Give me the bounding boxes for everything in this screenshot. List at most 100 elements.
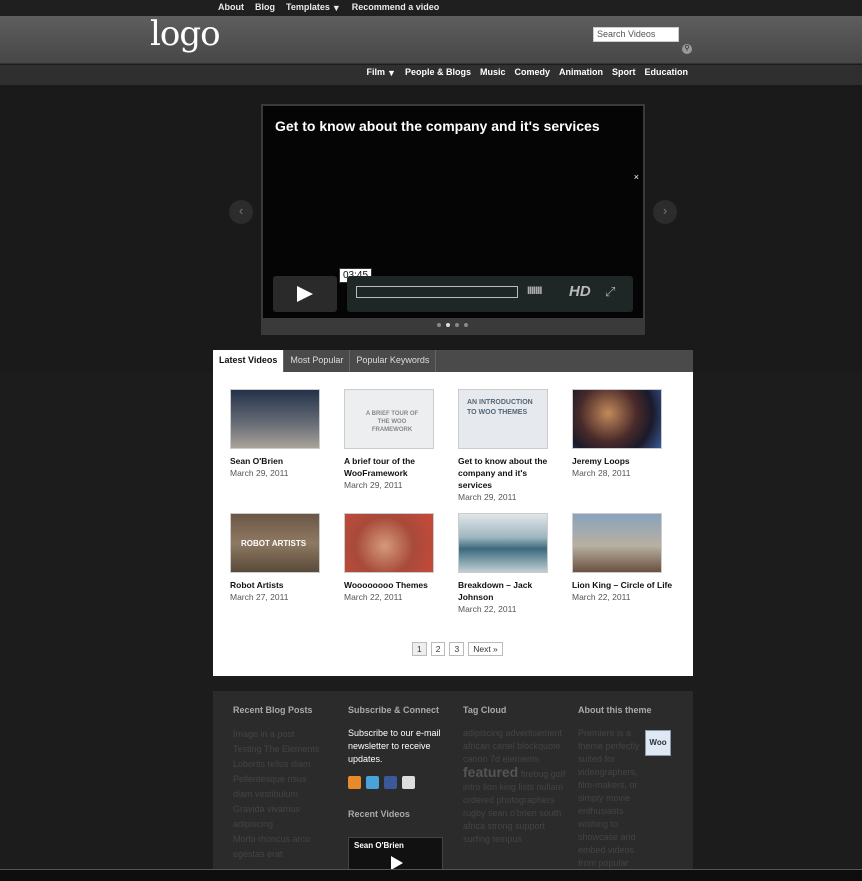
- blog-post-link[interactable]: Image in a post: [233, 727, 343, 742]
- timeline-scrubber[interactable]: [356, 286, 518, 298]
- video-item[interactable]: AN INTRODUCTION TO WOO THEMES Get to kno…: [458, 389, 562, 503]
- video-item[interactable]: ROBOT ARTISTS Robot Artists March 27, 20…: [230, 513, 334, 603]
- video-title[interactable]: Woooooooo Themes: [344, 579, 448, 591]
- video-title[interactable]: Sean O'Brien: [230, 455, 334, 467]
- control-bar: IIIIIII HD ⤢: [347, 276, 633, 312]
- video-item[interactable]: Woooooooo Themes March 22, 2011: [344, 513, 448, 603]
- page-2[interactable]: 2: [430, 642, 446, 656]
- topnav-templates[interactable]: Templates ▼: [286, 2, 341, 13]
- video-title[interactable]: Robot Artists: [230, 579, 334, 591]
- subscribe-text: Subscribe to our e-mail newsletter to re…: [348, 728, 441, 764]
- video-item[interactable]: Sean O'Brien March 29, 2011: [230, 389, 334, 479]
- category-film[interactable]: Film ▼: [367, 67, 396, 78]
- tab-popular-keywords[interactable]: Popular Keywords: [350, 350, 437, 372]
- player-controls: IIIIIII HD ⤢: [273, 276, 633, 312]
- page-1[interactable]: 1: [412, 642, 427, 656]
- about-theme: About this theme Premiere is a theme per…: [578, 705, 652, 881]
- close-icon[interactable]: ×: [634, 172, 639, 182]
- search-input[interactable]: Search Videos: [593, 27, 679, 42]
- blog-post-link[interactable]: Testing The Elements: [233, 742, 343, 757]
- fullscreen-icon[interactable]: ⤢: [605, 284, 615, 300]
- video-thumbnail[interactable]: ROBOT ARTISTS: [230, 513, 320, 573]
- flickr-icon[interactable]: [402, 776, 415, 789]
- thumbnail-caption: ROBOT ARTISTS: [241, 539, 307, 548]
- tag-list[interactable]: adipiscing advertisement african cartel …: [463, 727, 573, 846]
- video-item[interactable]: Lion King – Circle of Life March 22, 201…: [572, 513, 676, 603]
- topnav-about[interactable]: About: [218, 2, 244, 13]
- tag-cloud: Tag Cloud adipiscing advertisement afric…: [463, 705, 573, 846]
- tab-latest-videos[interactable]: Latest Videos: [213, 350, 285, 372]
- video-item[interactable]: Jeremy Loops March 28, 2011: [572, 389, 676, 479]
- video-grid: Sean O'Brien March 29, 2011 A BRIEF TOUR…: [213, 372, 693, 676]
- video-date: March 27, 2011: [230, 592, 289, 602]
- slider-dot[interactable]: [437, 323, 441, 327]
- hd-toggle[interactable]: HD: [569, 283, 591, 300]
- video-thumbnail[interactable]: A BRIEF TOUR OF THE WOO FRAMEWORK: [344, 389, 434, 449]
- next-page[interactable]: Next »: [468, 642, 503, 656]
- topnav-blog[interactable]: Blog: [255, 2, 275, 13]
- rss-icon[interactable]: [348, 776, 361, 789]
- twitter-icon[interactable]: [366, 776, 379, 789]
- play-icon[interactable]: [273, 276, 337, 312]
- chevron-down-icon: ▼: [331, 2, 341, 13]
- slider-next-button[interactable]: ›: [653, 200, 677, 224]
- thumbnail-caption: AN INTRODUCTION TO WOO THEMES: [467, 399, 533, 416]
- category-film-label: Film: [366, 67, 386, 77]
- video-player[interactable]: Get to know about the company and it's s…: [261, 104, 645, 335]
- blog-post-link[interactable]: Morbi rhoncus arcu: [233, 832, 343, 847]
- top-bar: About Blog Templates ▼ Recommend a video: [0, 0, 862, 16]
- taskbar: [0, 869, 862, 881]
- video-thumbnail[interactable]: [572, 389, 662, 449]
- video-thumbnail[interactable]: [572, 513, 662, 573]
- page-3[interactable]: 3: [449, 642, 465, 656]
- woo-logo: Woo: [645, 730, 671, 756]
- video-date: March 28, 2011: [572, 468, 631, 478]
- tab-most-popular[interactable]: Most Popular: [284, 350, 351, 372]
- video-thumbnail[interactable]: [230, 389, 320, 449]
- category-comedy[interactable]: Comedy: [514, 67, 550, 78]
- category-animation[interactable]: Animation: [559, 67, 603, 78]
- video-title[interactable]: Breakdown – Jack Johnson: [458, 579, 562, 603]
- category-nav: Film ▼ People & Blogs Music Comedy Animat…: [367, 67, 689, 78]
- blog-post-link[interactable]: Lobortis tellus diam: [233, 757, 343, 772]
- blog-post-link[interactable]: adipiscing: [233, 817, 343, 832]
- blog-post-link[interactable]: diam vestibulum: [233, 787, 343, 802]
- player-title: Get to know about the company and it's s…: [275, 118, 600, 134]
- video-thumbnail[interactable]: [458, 513, 548, 573]
- tag-links[interactable]: firebug golf intro lion king lists nulla…: [463, 769, 565, 844]
- video-item[interactable]: A BRIEF TOUR OF THE WOO FRAMEWORK A brie…: [344, 389, 448, 491]
- category-people-blogs[interactable]: People & Blogs: [405, 67, 471, 78]
- slider-prev-button[interactable]: ‹: [229, 200, 253, 224]
- slider-dot[interactable]: [446, 323, 450, 327]
- facebook-icon[interactable]: [384, 776, 397, 789]
- video-item[interactable]: Breakdown – Jack Johnson March 22, 2011: [458, 513, 562, 615]
- blog-post-link[interactable]: Gravida vivamus: [233, 802, 343, 817]
- volume-icon[interactable]: IIIIIII: [527, 285, 542, 297]
- video-date: March 29, 2011: [458, 492, 517, 502]
- blog-post-link[interactable]: egestas erat: [233, 847, 343, 862]
- video-title[interactable]: Get to know about the company and it's s…: [458, 455, 562, 491]
- category-education[interactable]: Education: [644, 67, 688, 78]
- video-thumbnail[interactable]: [344, 513, 434, 573]
- tag-featured[interactable]: featured: [463, 764, 518, 780]
- site-logo[interactable]: logo: [150, 14, 221, 54]
- tag-links[interactable]: adipiscing advertisement african cartel …: [463, 728, 562, 764]
- site-header: logo Search Videos ⚲: [0, 14, 862, 64]
- category-sport[interactable]: Sport: [612, 67, 636, 78]
- slider-dot[interactable]: [464, 323, 468, 327]
- video-date: March 22, 2011: [458, 604, 517, 614]
- video-thumbnail[interactable]: AN INTRODUCTION TO WOO THEMES: [458, 389, 548, 449]
- recent-blog-posts: Recent Blog Posts Image in a post Testin…: [233, 705, 343, 862]
- video-title[interactable]: Lion King – Circle of Life: [572, 579, 676, 591]
- video-title[interactable]: Jeremy Loops: [572, 455, 676, 467]
- slider-dot[interactable]: [455, 323, 459, 327]
- blog-post-link[interactable]: Pellentesque risus: [233, 772, 343, 787]
- video-title[interactable]: A brief tour of the WooFramework: [344, 455, 448, 479]
- social-icons: [348, 776, 458, 789]
- search-icon[interactable]: ⚲: [682, 44, 692, 54]
- topnav-recommend[interactable]: Recommend a video: [352, 2, 440, 13]
- chevron-down-icon: ▼: [387, 67, 396, 78]
- about-text: Premiere is a theme perfectly suited for…: [578, 728, 640, 881]
- widget-heading: Subscribe & Connect: [348, 705, 440, 715]
- category-music[interactable]: Music: [480, 67, 506, 78]
